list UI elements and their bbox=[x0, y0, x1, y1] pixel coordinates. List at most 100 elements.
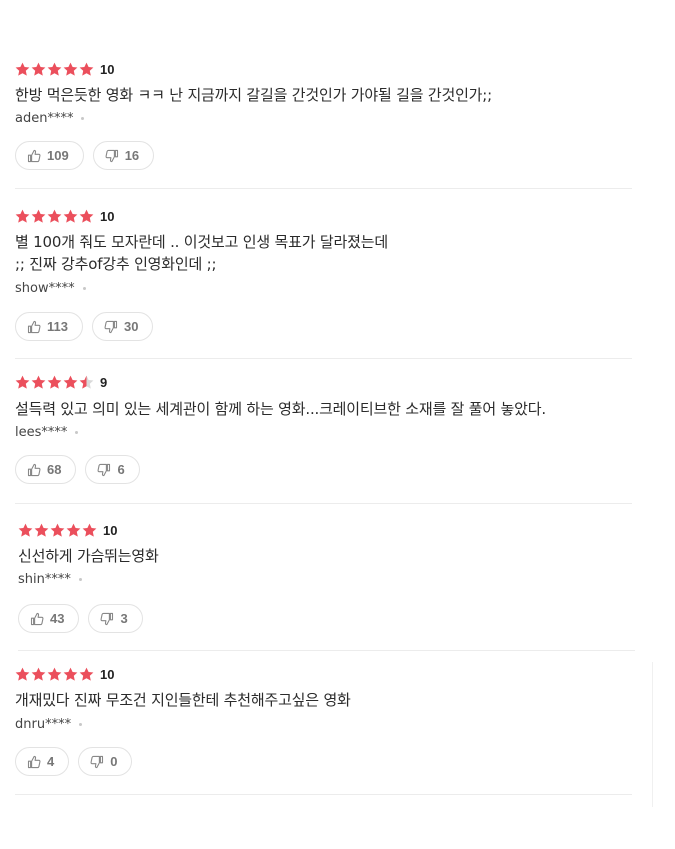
star-rating bbox=[15, 375, 95, 390]
vote-buttons: 109 16 bbox=[15, 141, 155, 170]
star-icon bbox=[50, 523, 65, 538]
like-button[interactable]: 43 bbox=[18, 604, 80, 633]
star-icon bbox=[15, 62, 30, 77]
dislike-button[interactable]: 16 bbox=[92, 141, 155, 170]
like-count: 4 bbox=[47, 754, 55, 769]
star-icon bbox=[15, 375, 30, 390]
vote-buttons: 4 0 bbox=[15, 747, 133, 776]
dislike-count: 30 bbox=[123, 319, 139, 334]
separator-dot bbox=[81, 116, 85, 120]
separator-dot bbox=[79, 722, 83, 726]
divider bbox=[15, 188, 632, 189]
rating: 10 bbox=[15, 207, 114, 225]
rating: 9 bbox=[15, 373, 107, 391]
author-name[interactable]: shin**** bbox=[18, 572, 71, 587]
star-icon bbox=[79, 209, 94, 224]
review-item: 10 신선하게 가슴뛰는영화 shin**** 43 3 bbox=[18, 521, 635, 652]
like-count: 68 bbox=[47, 462, 62, 477]
rating-score: 9 bbox=[100, 374, 108, 390]
author-row: shin**** bbox=[18, 570, 82, 588]
star-icon bbox=[47, 62, 62, 77]
author-name[interactable]: lees**** bbox=[15, 425, 67, 440]
divider bbox=[15, 358, 632, 359]
review-text: 설득력 있고 의미 있는 세계관이 함께 하는 영화...크레이티브한 소재를 … bbox=[15, 400, 546, 418]
star-icon bbox=[63, 667, 78, 682]
dislike-button[interactable]: 3 bbox=[88, 604, 143, 633]
star-icon bbox=[47, 375, 62, 390]
scroll-edge-line bbox=[652, 662, 653, 807]
like-button[interactable]: 4 bbox=[15, 747, 70, 776]
like-button[interactable]: 113 bbox=[15, 312, 83, 341]
star-rating bbox=[15, 667, 95, 682]
rating: 10 bbox=[18, 521, 117, 539]
like-count: 43 bbox=[50, 611, 65, 626]
dislike-button[interactable]: 0 bbox=[78, 747, 133, 776]
star-rating bbox=[18, 523, 98, 538]
review-text: 별 100개 줘도 모자란데 .. 이것보고 인생 목표가 달라졌는데 ;; 진… bbox=[15, 233, 388, 273]
star-icon bbox=[82, 523, 97, 538]
thumbs-up-icon bbox=[30, 612, 44, 626]
dislike-button[interactable]: 6 bbox=[85, 455, 140, 484]
thumbs-down-icon bbox=[100, 612, 114, 626]
rating-score: 10 bbox=[103, 522, 118, 538]
review-item: 10 개재밌다 진짜 무조건 지인들한테 추천해주고싶은 영화 dnru****… bbox=[15, 665, 632, 796]
thumbs-up-icon bbox=[27, 755, 41, 769]
star-icon bbox=[79, 375, 94, 390]
review-list: 10 한방 먹은듯한 영화 ㅋㅋ 난 지금까지 갈길을 간것인가 가야될 길을 … bbox=[0, 0, 675, 849]
author-row: show**** bbox=[15, 279, 86, 297]
review-item: 10 한방 먹은듯한 영화 ㅋㅋ 난 지금까지 갈길을 간것인가 가야될 길을 … bbox=[15, 60, 632, 189]
thumbs-down-icon bbox=[97, 463, 111, 477]
star-icon bbox=[66, 523, 81, 538]
like-button[interactable]: 109 bbox=[15, 141, 84, 170]
rating: 10 bbox=[15, 60, 114, 78]
review-text: 한방 먹은듯한 영화 ㅋㅋ 난 지금까지 갈길을 간것인가 가야될 길을 간것인… bbox=[15, 86, 492, 104]
star-icon bbox=[47, 209, 62, 224]
dislike-count: 0 bbox=[110, 754, 118, 769]
like-button[interactable]: 68 bbox=[15, 455, 77, 484]
divider bbox=[15, 794, 632, 795]
star-icon bbox=[31, 62, 46, 77]
star-icon bbox=[79, 62, 94, 77]
star-icon bbox=[63, 375, 78, 390]
star-rating bbox=[15, 62, 95, 77]
review-item: 10 별 100개 줘도 모자란데 .. 이것보고 인생 목표가 달라졌는데 ;… bbox=[15, 207, 632, 359]
separator-dot bbox=[78, 577, 82, 581]
thumbs-down-icon bbox=[105, 149, 119, 163]
star-icon bbox=[63, 62, 78, 77]
author-name[interactable]: aden**** bbox=[15, 111, 73, 126]
divider bbox=[15, 503, 632, 504]
author-row: aden**** bbox=[15, 109, 85, 127]
star-icon bbox=[47, 667, 62, 682]
dislike-count: 6 bbox=[117, 462, 125, 477]
dislike-button[interactable]: 30 bbox=[91, 312, 154, 341]
thumbs-up-icon bbox=[27, 463, 41, 477]
dislike-count: 16 bbox=[124, 148, 140, 163]
review-item: 9 설득력 있고 의미 있는 세계관이 함께 하는 영화...크레이티브한 소재… bbox=[15, 373, 632, 504]
review-text: 개재밌다 진짜 무조건 지인들한테 추천해주고싶은 영화 bbox=[15, 691, 351, 709]
author-row: lees**** bbox=[15, 423, 79, 441]
rating-score: 10 bbox=[100, 666, 115, 682]
star-icon bbox=[31, 375, 46, 390]
star-rating bbox=[15, 209, 95, 224]
author-name[interactable]: dnru**** bbox=[15, 717, 71, 732]
vote-buttons: 68 6 bbox=[15, 455, 140, 484]
rating: 10 bbox=[15, 665, 114, 683]
thumbs-up-icon bbox=[27, 320, 41, 334]
review-text: 신선하게 가슴뛰는영화 bbox=[18, 547, 159, 565]
star-icon bbox=[31, 667, 46, 682]
divider bbox=[18, 650, 635, 651]
vote-buttons: 43 3 bbox=[18, 604, 143, 633]
star-icon bbox=[79, 667, 94, 682]
star-icon bbox=[15, 667, 30, 682]
dislike-count: 3 bbox=[120, 611, 128, 626]
separator-dot bbox=[82, 286, 86, 290]
separator-dot bbox=[75, 430, 79, 434]
star-icon bbox=[31, 209, 46, 224]
thumbs-up-icon bbox=[27, 149, 41, 163]
vote-buttons: 113 30 bbox=[15, 312, 154, 341]
like-count: 109 bbox=[47, 148, 69, 163]
thumbs-down-icon bbox=[90, 755, 104, 769]
author-row: dnru**** bbox=[15, 715, 83, 733]
like-count: 113 bbox=[47, 319, 68, 334]
author-name[interactable]: show**** bbox=[15, 281, 75, 296]
